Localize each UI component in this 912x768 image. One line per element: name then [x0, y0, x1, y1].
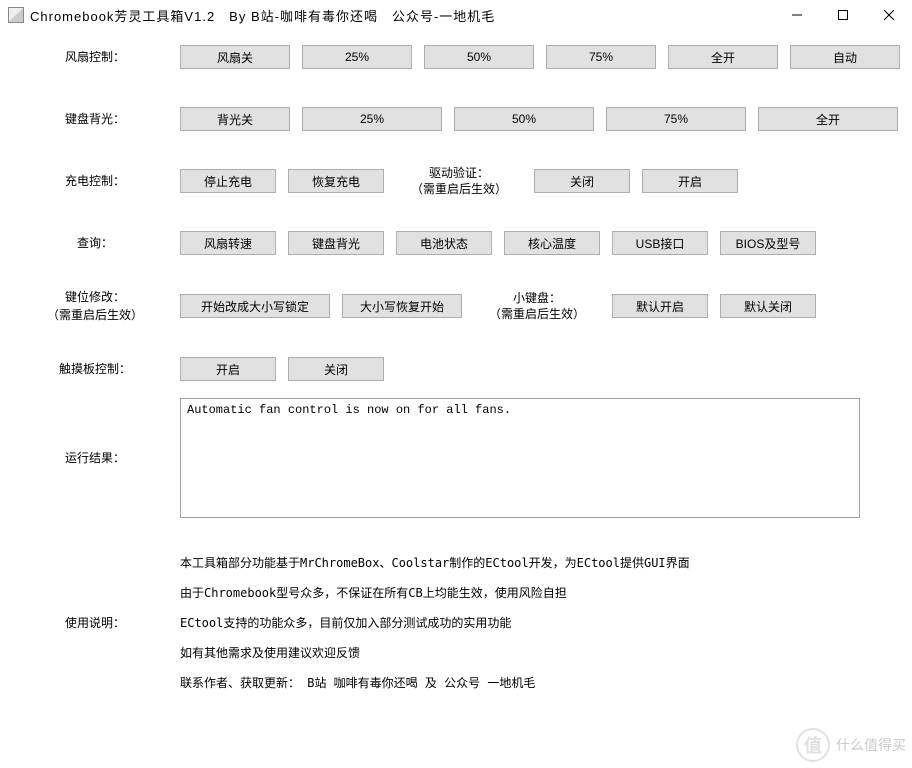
touchpad-off-button[interactable]: 关闭 [288, 357, 384, 381]
result-output[interactable]: Automatic fan control is now on for all … [180, 398, 860, 518]
charge-stop-button[interactable]: 停止充电 [180, 169, 276, 193]
driver-verify-on-button[interactable]: 开启 [642, 169, 738, 193]
query-temp-button[interactable]: 核心温度 [504, 231, 600, 255]
fan-50-button[interactable]: 50% [424, 45, 534, 69]
fan-control-label: 风扇控制： [10, 48, 180, 66]
keyboard-backlight-row: 键盘背光： 背光关 25% 50% 75% 全开 [10, 102, 902, 136]
caps-lock-button[interactable]: 开始改成大小写锁定 [180, 294, 330, 318]
instruction-line: 本工具箱部分功能基于MrChromeBox、Coolstar制作的ECtool开… [180, 548, 860, 578]
keymod-label: 键位修改： （需重启后生效） [10, 288, 180, 324]
fan-25-button[interactable]: 25% [302, 45, 412, 69]
numpad-label: 小键盘： （需重启后生效） [474, 290, 600, 322]
instructions-text: 本工具箱部分功能基于MrChromeBox、Coolstar制作的ECtool开… [180, 548, 860, 698]
instructions-row: 使用说明： 本工具箱部分功能基于MrChromeBox、Coolstar制作的E… [10, 548, 902, 698]
app-icon [8, 7, 24, 23]
instruction-line: 由于Chromebook型号众多，不保证在所有CB上均能生效，使用风险自担 [180, 578, 860, 608]
keymod-row: 键位修改： （需重启后生效） 开始改成大小写锁定 大小写恢复开始 小键盘： （需… [10, 288, 902, 324]
query-kb-button[interactable]: 键盘背光 [288, 231, 384, 255]
kb-50-button[interactable]: 50% [454, 107, 594, 131]
query-label: 查询： [10, 234, 180, 252]
watermark-text: 什么值得买 [836, 735, 906, 755]
driver-verify-off-button[interactable]: 关闭 [534, 169, 630, 193]
kb-off-button[interactable]: 背光关 [180, 107, 290, 131]
watermark-icon: 值 [796, 728, 830, 762]
window-controls [774, 0, 912, 30]
charge-control-label: 充电控制： [10, 172, 180, 190]
query-bios-button[interactable]: BIOS及型号 [720, 231, 816, 255]
numpad-default-off-button[interactable]: 默认关闭 [720, 294, 816, 318]
kb-75-button[interactable]: 75% [606, 107, 746, 131]
fan-full-button[interactable]: 全开 [668, 45, 778, 69]
charge-resume-button[interactable]: 恢复充电 [288, 169, 384, 193]
result-label: 运行结果： [10, 449, 180, 467]
instructions-label: 使用说明： [10, 614, 180, 632]
charge-control-row: 充电控制： 停止充电 恢复充电 驱动验证： （需重启后生效） 关闭 开启 [10, 164, 902, 198]
fan-auto-button[interactable]: 自动 [790, 45, 900, 69]
window-title: Chromebook芳灵工具箱V1.2 By B站-咖啡有毒你还喝 公众号-一地… [30, 6, 495, 25]
watermark: 值 什么值得买 [796, 728, 906, 762]
fan-75-button[interactable]: 75% [546, 45, 656, 69]
query-fan-button[interactable]: 风扇转速 [180, 231, 276, 255]
fan-off-button[interactable]: 风扇关 [180, 45, 290, 69]
titlebar: Chromebook芳灵工具箱V1.2 By B站-咖啡有毒你还喝 公众号-一地… [0, 0, 912, 30]
touchpad-row: 触摸板控制： 开启 关闭 [10, 352, 902, 386]
instruction-line: ECtool支持的功能众多，目前仅加入部分测试成功的实用功能 [180, 608, 860, 638]
query-usb-button[interactable]: USB接口 [612, 231, 708, 255]
kb-full-button[interactable]: 全开 [758, 107, 898, 131]
instruction-line: 联系作者、获取更新： B站 咖啡有毒你还喝 及 公众号 一地机毛 [180, 668, 860, 698]
numpad-default-on-button[interactable]: 默认开启 [612, 294, 708, 318]
maximize-button[interactable] [820, 0, 866, 30]
instruction-line: 如有其他需求及使用建议欢迎反馈 [180, 638, 860, 668]
close-button[interactable] [866, 0, 912, 30]
kb-25-button[interactable]: 25% [302, 107, 442, 131]
caps-restore-button[interactable]: 大小写恢复开始 [342, 294, 462, 318]
query-battery-button[interactable]: 电池状态 [396, 231, 492, 255]
touchpad-label: 触摸板控制： [10, 360, 180, 378]
fan-control-row: 风扇控制： 风扇关 25% 50% 75% 全开 自动 [10, 40, 902, 74]
result-row: 运行结果： Automatic fan control is now on fo… [10, 398, 902, 518]
minimize-button[interactable] [774, 0, 820, 30]
driver-verify-label: 驱动验证： （需重启后生效） [396, 165, 522, 197]
query-row: 查询： 风扇转速 键盘背光 电池状态 核心温度 USB接口 BIOS及型号 [10, 226, 902, 260]
touchpad-on-button[interactable]: 开启 [180, 357, 276, 381]
keyboard-backlight-label: 键盘背光： [10, 110, 180, 128]
